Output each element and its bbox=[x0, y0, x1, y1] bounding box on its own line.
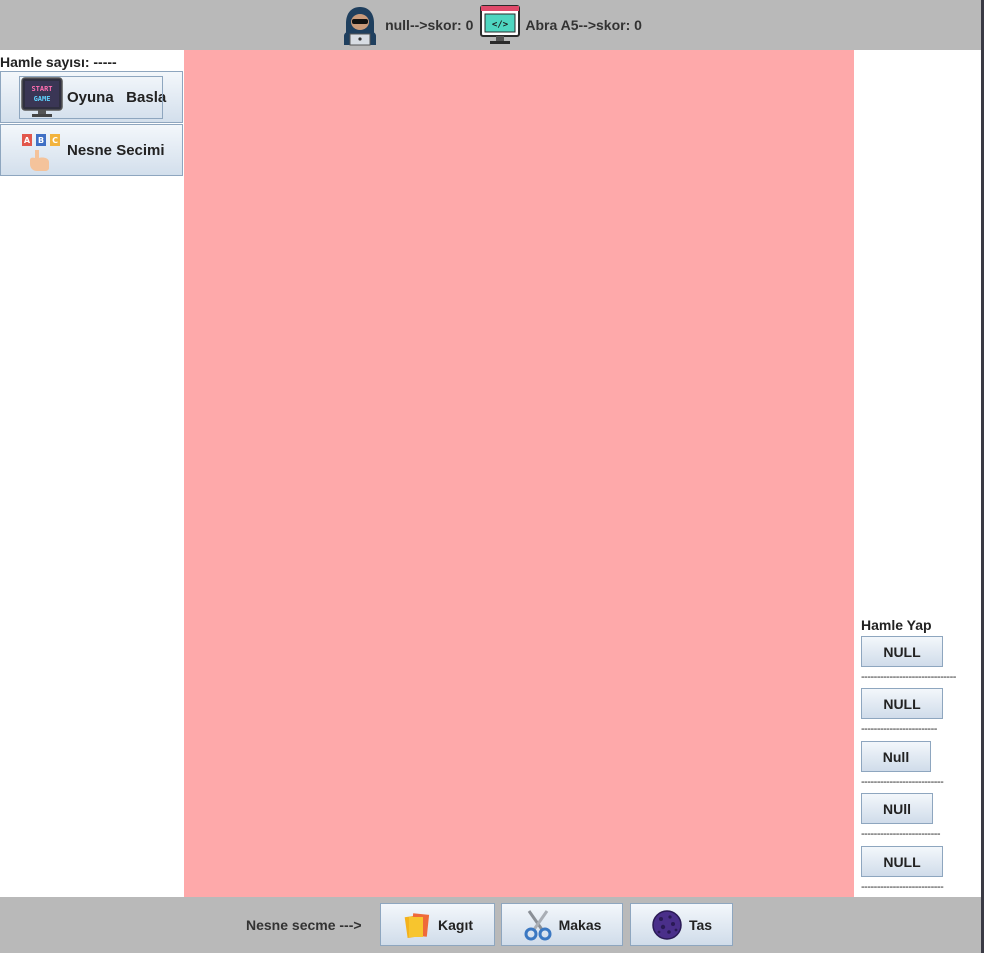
svg-text:</>: </> bbox=[492, 20, 509, 30]
scissors-button[interactable]: Makas bbox=[501, 903, 623, 946]
separator-5: -------------------------- bbox=[861, 881, 944, 893]
paper-icon bbox=[404, 912, 430, 938]
rock-icon bbox=[652, 909, 682, 940]
object-select-button[interactable]: A B C Nesne Secimi bbox=[0, 124, 183, 176]
move-button-5[interactable]: NULL bbox=[861, 846, 943, 877]
game-board[interactable] bbox=[184, 50, 854, 897]
move-button-3[interactable]: Null bbox=[861, 741, 931, 772]
move-panel: Hamle Yap NULL -------------------------… bbox=[854, 50, 981, 897]
hacker-avatar-icon bbox=[344, 7, 377, 46]
rock-label: Tas bbox=[688, 916, 713, 933]
score-bar: null-->skor: 0 </> Abra A5-->skor: 0 bbox=[0, 0, 981, 50]
move-button-4[interactable]: NUll bbox=[861, 793, 933, 824]
player2-label: Abra A5-->skor: 0 bbox=[525, 17, 642, 33]
scissors-label: Makas bbox=[558, 916, 602, 933]
rock-button[interactable]: Tas bbox=[630, 903, 733, 946]
separator-1: ------------------------------ bbox=[861, 671, 956, 683]
left-panel: Hamle sayısı: ----- START GAME Oyuna Bas… bbox=[0, 50, 184, 897]
move-count-label: Hamle sayısı: ----- bbox=[0, 54, 117, 70]
separator-2: ------------------------ bbox=[861, 723, 937, 735]
abc-blocks-hand-icon: A B C bbox=[22, 134, 60, 171]
separator-4: ------------------------- bbox=[861, 828, 941, 840]
svg-text:B: B bbox=[38, 136, 44, 145]
svg-text:A: A bbox=[24, 136, 31, 145]
move-button-2[interactable]: NULL bbox=[861, 688, 943, 719]
paper-button[interactable]: Kagıt bbox=[380, 903, 495, 946]
paper-label: Kagıt bbox=[438, 916, 473, 933]
player1-score: null-->skor: 0 bbox=[339, 4, 473, 46]
make-move-title: Hamle Yap bbox=[861, 617, 932, 633]
start-game-button[interactable]: START GAME Oyuna Basla bbox=[0, 71, 183, 123]
player2-score: </> Abra A5-->skor: 0 bbox=[479, 4, 642, 46]
game-window: null-->skor: 0 </> Abra A5-->skor: 0 Ham… bbox=[0, 0, 981, 953]
svg-text:C: C bbox=[52, 136, 58, 145]
player1-label: null-->skor: 0 bbox=[385, 17, 474, 33]
object-select-prompt: Nesne secme ---> bbox=[246, 917, 362, 933]
scissors-icon bbox=[524, 909, 552, 940]
move-button-1[interactable]: NULL bbox=[861, 636, 943, 667]
object-select-bar: Nesne secme ---> Kagıt Makas Tas bbox=[0, 897, 981, 953]
code-monitor-icon: </> bbox=[480, 5, 521, 44]
start-game-focus-border bbox=[19, 76, 163, 119]
object-select-label: Nesne Secimi bbox=[67, 141, 165, 159]
separator-3: -------------------------- bbox=[861, 776, 944, 788]
